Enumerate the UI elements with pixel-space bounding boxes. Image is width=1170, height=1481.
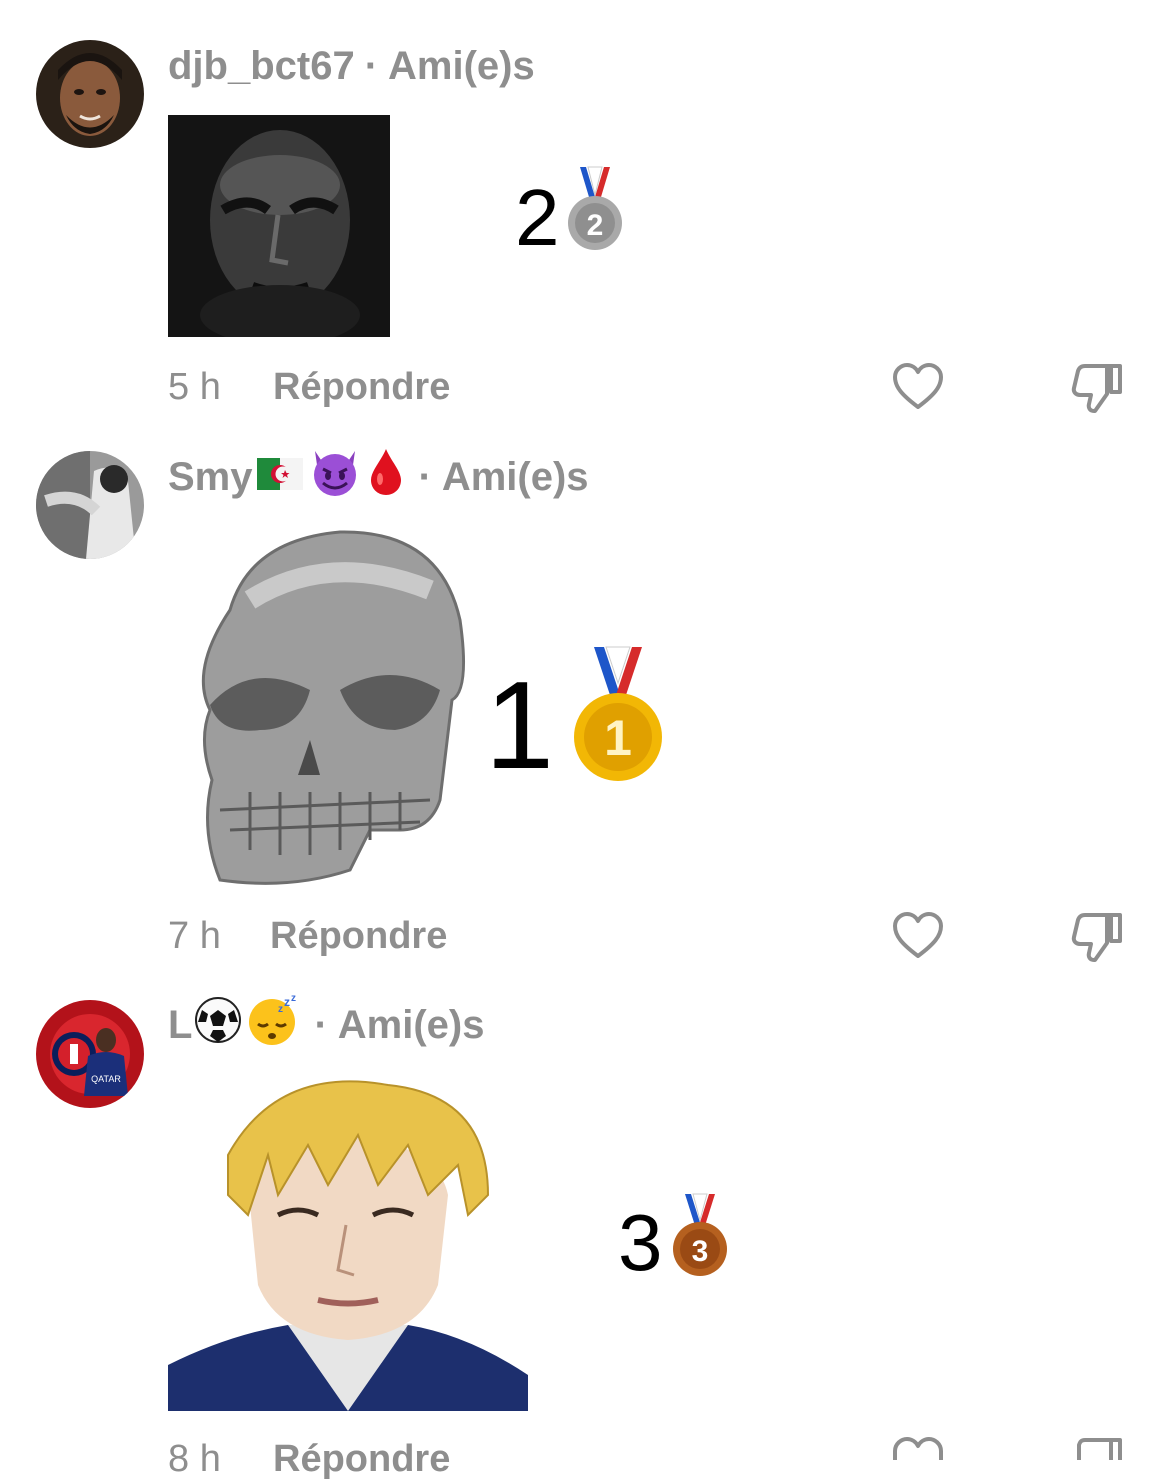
timestamp: 7 h	[168, 915, 221, 957]
avatar[interactable]: QATAR	[36, 1000, 144, 1108]
blood-drop-icon	[369, 447, 403, 507]
comment-image[interactable]	[168, 115, 390, 345]
bronze-medal-icon: 3	[671, 1192, 729, 1283]
avatar[interactable]	[36, 451, 144, 559]
silver-medal-icon: 2	[566, 165, 624, 258]
comment-image[interactable]	[190, 530, 472, 886]
dislike-icon[interactable]	[1071, 911, 1125, 963]
comment-header: Smy · Ami(e)s	[168, 449, 589, 501]
separator: ·	[418, 454, 432, 499]
medal-digit: 1	[604, 710, 632, 766]
username[interactable]: Smy	[168, 455, 253, 500]
heart-icon[interactable]	[892, 911, 944, 961]
algeria-flag-icon	[256, 455, 303, 500]
username[interactable]: djb_bct67	[168, 44, 355, 89]
avatar[interactable]	[36, 40, 144, 148]
relation-label: Ami(e)s	[337, 1002, 485, 1047]
rank-overlay: 2 2	[515, 165, 624, 262]
svg-text:z: z	[284, 995, 290, 1009]
comment-header: L zzz · Ami(e)s	[168, 993, 485, 1049]
gold-medal-icon: 1	[572, 643, 664, 788]
rank-number: 2	[515, 173, 560, 262]
reply-button[interactable]: Répondre	[270, 915, 447, 958]
rank-overlay: 1 1	[485, 646, 664, 795]
smiling-devil-icon	[309, 447, 361, 507]
dislike-icon[interactable]	[1071, 1436, 1125, 1460]
comment-header: djb_bct67 · Ami(e)s	[168, 42, 535, 90]
svg-text:QATAR: QATAR	[91, 1074, 121, 1084]
comment-image[interactable]	[168, 1075, 528, 1411]
separator: ·	[314, 1002, 328, 1047]
svg-text:z: z	[278, 1004, 283, 1015]
svg-text:z: z	[291, 994, 296, 1004]
relation-label: Ami(e)s	[441, 454, 589, 499]
medal-digit: 2	[586, 209, 603, 242]
relation-label: Ami(e)s	[388, 43, 535, 88]
heart-icon[interactable]	[892, 362, 944, 412]
rank-number: 1	[485, 657, 554, 795]
sleeping-face-icon: zzz	[246, 993, 300, 1056]
username[interactable]: L	[168, 1003, 192, 1048]
rank-number: 3	[618, 1198, 663, 1287]
dislike-icon[interactable]	[1071, 362, 1125, 414]
heart-icon[interactable]	[892, 1436, 944, 1460]
soccer-ball-icon	[194, 996, 242, 1054]
separator: ·	[364, 43, 379, 88]
reply-button[interactable]: Répondre	[273, 366, 450, 409]
timestamp: 5 h	[168, 366, 221, 408]
medal-digit: 3	[691, 1235, 708, 1268]
rank-overlay: 3 3	[618, 1193, 729, 1287]
